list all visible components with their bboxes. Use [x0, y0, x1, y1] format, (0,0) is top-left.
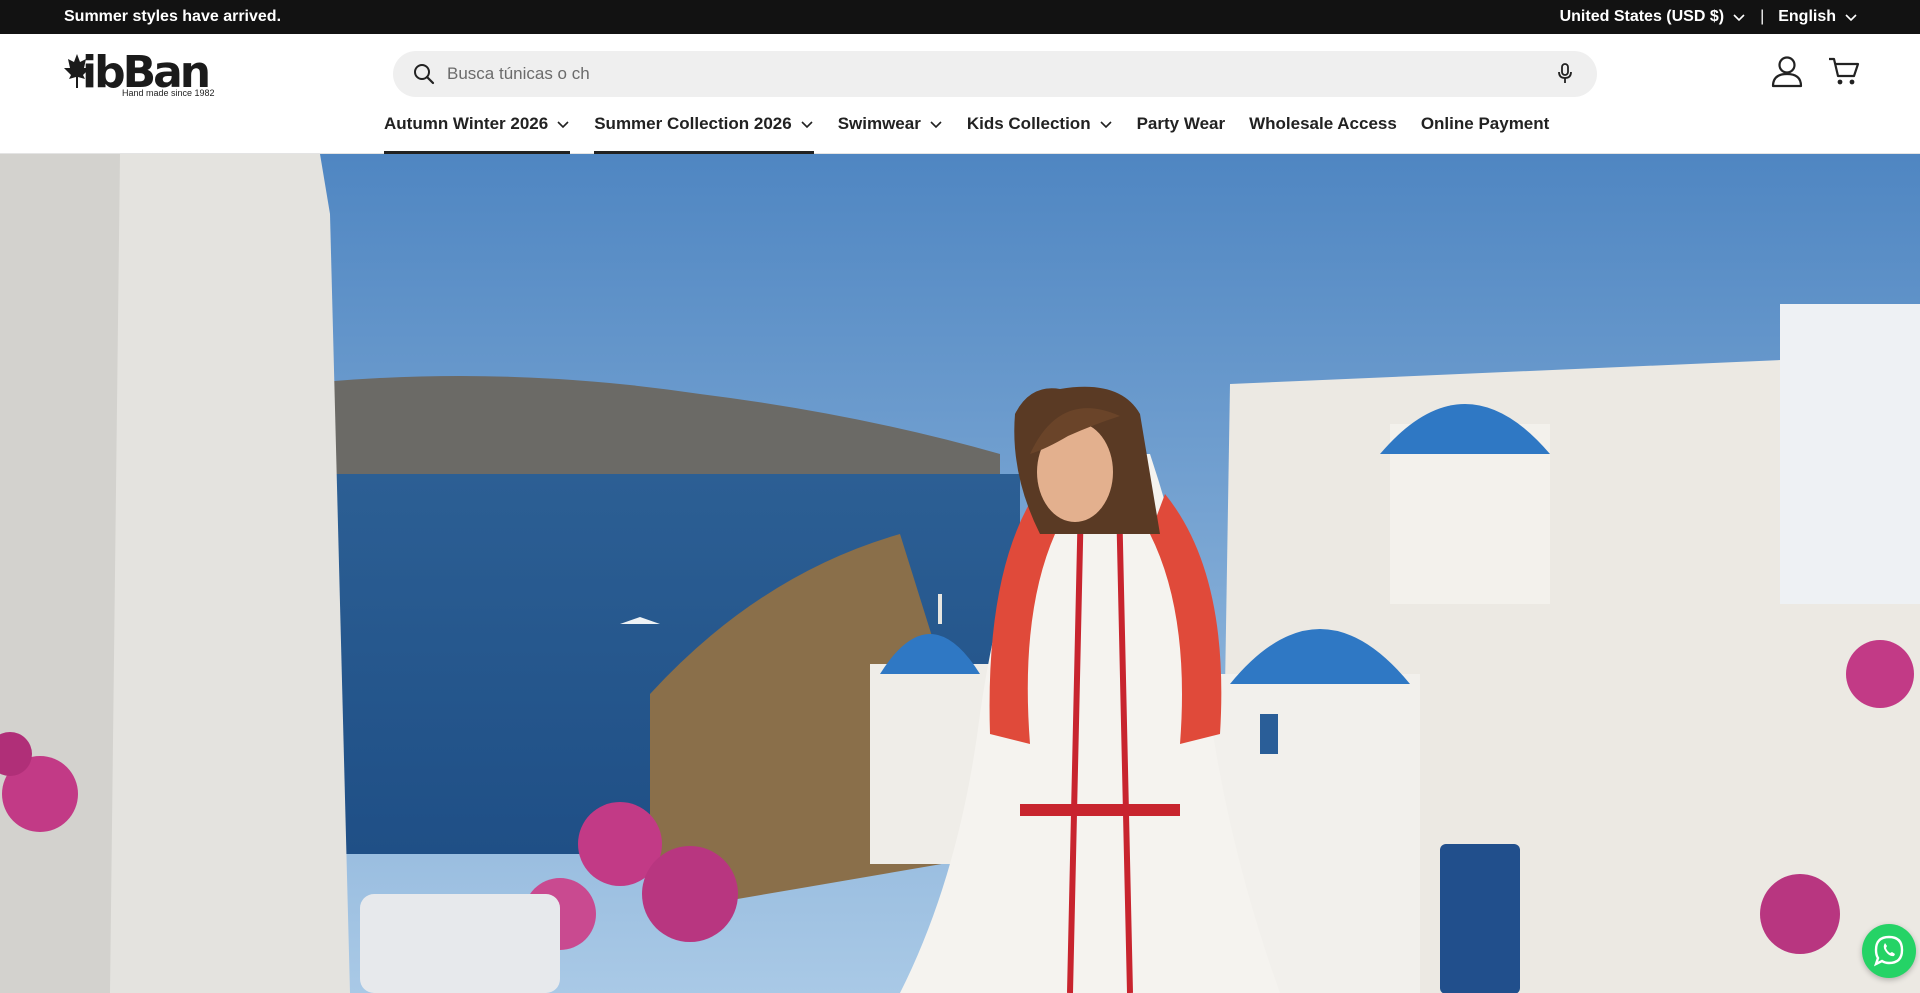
country-selector[interactable]: United States (USD $): [1560, 8, 1746, 26]
site-header: ibBan Hand made since 1982 Autumn Winter…: [0, 34, 1920, 154]
nav-item-label: Summer Collection 2026: [594, 114, 792, 133]
hero-illustration: [0, 154, 1920, 993]
whatsapp-icon: [1873, 935, 1904, 967]
nav-item-label: Swimwear: [837, 114, 921, 133]
nav-item-swimwear[interactable]: Swimwear: [838, 108, 943, 154]
nav-item-kids-collection[interactable]: Kids Collection: [967, 108, 1113, 154]
nav-item-label: Wholesale Access: [1249, 114, 1397, 133]
announcement-text: Summer styles have arrived.: [64, 8, 282, 25]
chevron-down-icon: [1100, 121, 1112, 129]
nav-item-summer-collection-2026[interactable]: Summer Collection 2026: [594, 108, 815, 154]
chevron-down-icon: [557, 121, 569, 129]
chevron-down-icon: [801, 121, 813, 129]
search-bar: [393, 51, 1597, 97]
search-icon[interactable]: [413, 63, 435, 85]
microphone-icon[interactable]: [1557, 63, 1573, 85]
chevron-down-icon: [1733, 14, 1745, 22]
nav-item-autumn-winter-2026[interactable]: Autumn Winter 2026: [384, 108, 571, 154]
nav-item-label: Party Wear: [1136, 114, 1226, 133]
main-navigation: Autumn Winter 2026 Summer Collection 202…: [384, 108, 1573, 154]
nav-item-label: Autumn Winter 2026: [384, 114, 549, 133]
account-icon[interactable]: [1770, 54, 1804, 88]
chevron-down-icon: [1845, 14, 1857, 22]
search-input[interactable]: [447, 51, 1527, 97]
site-logo[interactable]: ibBan Hand made since 1982: [64, 48, 224, 100]
whatsapp-chat-button[interactable]: [1862, 924, 1916, 978]
nav-item-online-payment[interactable]: Online Payment: [1421, 108, 1549, 154]
hero-banner-image[interactable]: [0, 154, 1920, 993]
nav-item-party-wear[interactable]: Party Wear: [1137, 108, 1226, 154]
logo-tagline: Hand made since 1982: [122, 88, 215, 98]
chevron-down-icon: [930, 121, 942, 129]
nav-item-label: Kids Collection: [966, 114, 1091, 133]
language-selector-label: English: [1778, 8, 1836, 25]
nav-item-wholesale-access[interactable]: Wholesale Access: [1249, 108, 1397, 154]
locale-selectors: United States (USD $) | English: [1560, 8, 1858, 26]
announcement-bar: Summer styles have arrived. United State…: [0, 0, 1920, 34]
nav-item-label: Online Payment: [1420, 114, 1550, 133]
locale-separator: |: [1760, 8, 1765, 25]
cart-icon[interactable]: [1828, 56, 1860, 86]
language-selector[interactable]: English: [1778, 8, 1858, 26]
country-selector-label: United States (USD $): [1559, 8, 1725, 25]
